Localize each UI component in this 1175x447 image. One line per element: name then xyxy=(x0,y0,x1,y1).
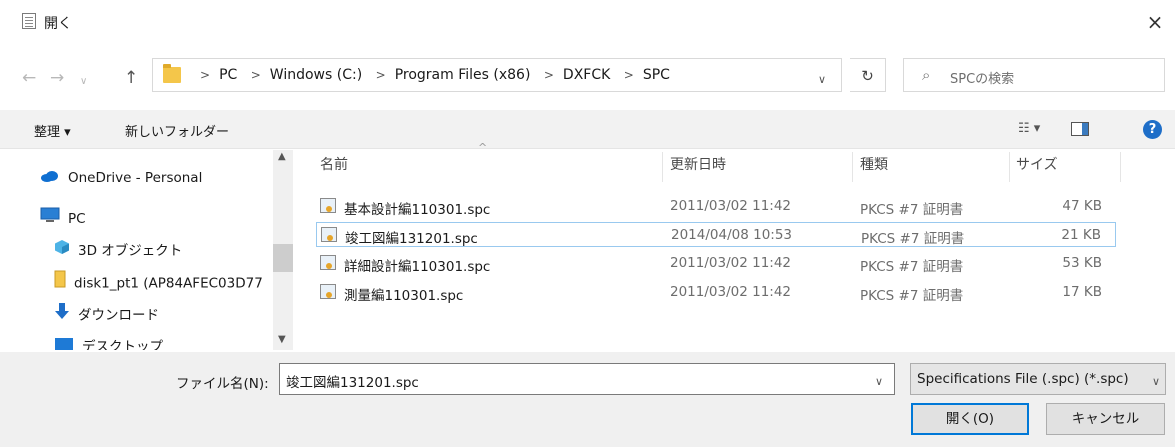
file-modified: 2011/03/02 11:42 xyxy=(670,284,792,300)
chevron-right-icon: > xyxy=(543,68,554,82)
back-arrow-icon[interactable]: ← xyxy=(22,68,36,88)
chevron-down-icon[interactable]: ∨ xyxy=(875,375,883,388)
file-type: PKCS #7 証明書 xyxy=(861,231,965,247)
crumb-program-files[interactable]: Program Files (x86) xyxy=(395,67,531,83)
filename-input[interactable]: 竣工図編131201.spc xyxy=(279,363,895,395)
up-arrow-icon[interactable]: ↑ xyxy=(124,68,138,88)
folder-icon xyxy=(163,64,181,83)
file-row[interactable]: 基本設計編110301.spc 2011/03/02 11:42 PKCS #7… xyxy=(316,194,1116,219)
file-modified: 2011/03/02 11:42 xyxy=(670,198,792,214)
nav-item-label: ダウンロード xyxy=(78,307,159,324)
filetype-value: Specifications File (.spc) (*.spc) xyxy=(917,371,1129,387)
open-button[interactable]: 開く(O) xyxy=(911,403,1029,435)
window-title: 開く xyxy=(44,16,72,32)
address-bar[interactable]: > PC > Windows (C:) > Program Files (x86) >… xyxy=(152,58,842,92)
search-placeholder: SPCの検索 xyxy=(950,72,1015,87)
forward-arrow-icon[interactable]: → xyxy=(50,68,64,88)
file-row[interactable]: 詳細設計編110301.spc 2011/03/02 11:42 PKCS #7… xyxy=(316,251,1116,276)
file-size: 17 KB xyxy=(1062,284,1102,300)
chevron-right-icon: > xyxy=(375,68,386,82)
chevron-down-icon[interactable]: ∨ xyxy=(1152,375,1160,388)
refresh-button[interactable]: ↻ xyxy=(850,58,886,92)
cube-icon xyxy=(54,238,70,264)
file-size: 47 KB xyxy=(1062,198,1102,214)
title-bar xyxy=(0,0,1175,42)
nav-item-onedrive[interactable]: OneDrive - Personal xyxy=(40,165,202,191)
cancel-button[interactable]: キャンセル xyxy=(1046,403,1165,435)
file-type: PKCS #7 証明書 xyxy=(860,288,964,304)
dialog-icon xyxy=(22,13,36,29)
scroll-up-icon[interactable]: ▲ xyxy=(278,151,286,162)
column-divider[interactable] xyxy=(1120,152,1121,182)
column-header-name[interactable]: 名前 xyxy=(320,154,348,190)
breadcrumb: > PC > Windows (C:) > Program Files (x86) >… xyxy=(191,67,670,83)
organize-button[interactable]: 整理 ▾ xyxy=(34,121,71,140)
nav-item-label: OneDrive - Personal xyxy=(68,170,203,186)
file-name: 詳細設計編110301.spc xyxy=(344,259,491,275)
new-folder-button[interactable]: 新しいフォルダー xyxy=(125,121,229,140)
certificate-file-icon xyxy=(320,198,336,213)
file-size: 53 KB xyxy=(1062,255,1102,271)
nav-item-3d-objects[interactable]: 3D オブジェクト xyxy=(54,238,182,264)
nav-item-desktop[interactable]: デスクトップ xyxy=(54,334,163,350)
download-icon xyxy=(54,302,70,329)
chevron-down-icon[interactable]: ∨ xyxy=(818,73,826,86)
file-type: PKCS #7 証明書 xyxy=(860,259,964,275)
close-button[interactable]: × xyxy=(1140,8,1170,36)
file-row-selected[interactable]: 竣工図編131201.spc 2014/04/08 10:53 PKCS #7 … xyxy=(316,222,1116,247)
file-size: 21 KB xyxy=(1061,227,1101,243)
view-options-icon[interactable]: ☷ ▾ xyxy=(1018,121,1040,136)
file-modified: 2011/03/02 11:42 xyxy=(670,255,792,271)
crumb-windows-c[interactable]: Windows (C:) xyxy=(270,67,362,83)
nav-item-label: デスクトップ xyxy=(82,339,163,350)
file-name: 基本設計編110301.spc xyxy=(344,202,491,218)
nav-item-pc[interactable]: PC xyxy=(40,206,86,232)
chevron-right-icon: > xyxy=(623,68,634,82)
filename-value: 竣工図編131201.spc xyxy=(286,375,419,391)
file-row[interactable]: 測量編110301.spc 2011/03/02 11:42 PKCS #7 証… xyxy=(316,280,1116,305)
nav-scrollbar-thumb[interactable] xyxy=(273,244,293,272)
nav-item-label: disk1_pt1 (AP84AFEC03D77 xyxy=(74,275,263,292)
search-icon: ⌕ xyxy=(922,66,931,84)
desktop-icon xyxy=(54,334,74,350)
recent-chevron-icon[interactable]: ∨ xyxy=(80,72,87,92)
crumb-spc[interactable]: SPC xyxy=(643,67,670,83)
nav-item-downloads[interactable]: ダウンロード xyxy=(54,302,159,328)
chevron-right-icon: > xyxy=(250,68,261,82)
column-divider[interactable] xyxy=(1009,152,1010,182)
file-name: 竣工図編131201.spc xyxy=(345,231,478,247)
sort-ascending-icon: ^ xyxy=(478,141,488,154)
command-bar: 整理 ▾ 新しいフォルダー ☷ ▾ ? xyxy=(0,110,1175,149)
nav-item-label: PC xyxy=(68,211,86,227)
certificate-file-icon xyxy=(320,284,336,299)
search-input[interactable]: ⌕ SPCの検索 xyxy=(903,58,1165,92)
file-type: PKCS #7 証明書 xyxy=(860,202,964,218)
certificate-file-icon xyxy=(320,255,336,270)
column-divider[interactable] xyxy=(662,152,663,182)
crumb-dxfck[interactable]: DXFCK xyxy=(563,67,610,83)
chevron-right-icon: > xyxy=(200,68,211,82)
file-modified: 2014/04/08 10:53 xyxy=(671,227,793,243)
preview-pane-icon[interactable] xyxy=(1071,122,1089,136)
filename-label: ファイル名(N): xyxy=(176,376,269,392)
cloud-icon xyxy=(40,165,60,191)
filetype-select[interactable]: Specifications File (.spc) (*.spc) xyxy=(910,363,1166,395)
column-header-type[interactable]: 種類 xyxy=(860,154,888,190)
help-icon[interactable]: ? xyxy=(1143,120,1162,139)
column-divider[interactable] xyxy=(852,152,853,182)
nav-item-label: 3D オブジェクト xyxy=(78,243,183,259)
file-name: 測量編110301.spc xyxy=(344,288,464,304)
drive-icon xyxy=(54,270,66,297)
scroll-down-icon[interactable]: ▼ xyxy=(278,334,286,345)
column-header-size[interactable]: サイズ xyxy=(1016,154,1058,190)
certificate-file-icon xyxy=(321,227,337,242)
column-header-modified[interactable]: 更新日時 xyxy=(670,154,726,190)
computer-icon xyxy=(40,206,60,232)
nav-item-drive[interactable]: disk1_pt1 (AP84AFEC03D77 xyxy=(54,270,263,296)
crumb-pc[interactable]: PC xyxy=(219,67,237,83)
